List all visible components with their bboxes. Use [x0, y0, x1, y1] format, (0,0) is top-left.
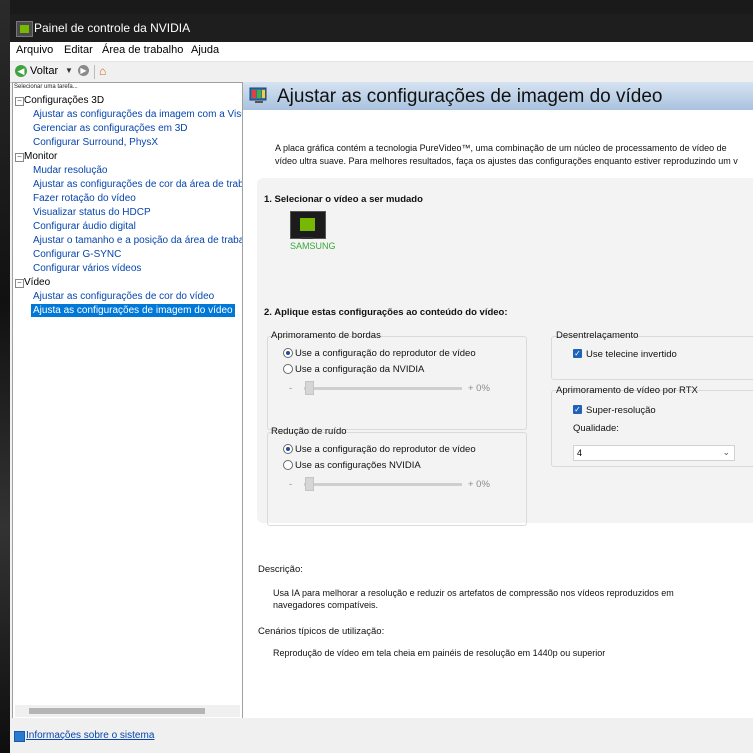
edge-slider-track[interactable] [304, 387, 462, 390]
scrollbar-thumb[interactable] [29, 708, 205, 714]
menu-arquivo[interactable]: Arquivo [16, 44, 53, 56]
sidebar-item-video-image-selected[interactable]: Ajusta as configurações de imagem do víd… [31, 304, 235, 317]
quality-label: Qualidade: [573, 423, 619, 434]
description-heading: Descrição: [258, 564, 303, 575]
toolbar: ◀ Voltar ▼ ▶ ⌂ [10, 62, 753, 83]
sidebar-item-desktop-color[interactable]: Ajustar as configurações de cor da área … [33, 178, 242, 191]
quality-select-value: 4 [577, 448, 583, 458]
monitor-stand [301, 237, 313, 239]
sidebar-item-desktop-size-position[interactable]: Ajustar o tamanho e a posição da área de… [33, 234, 242, 247]
page-title: Ajustar as configurações de imagem do ví… [277, 86, 663, 107]
chevron-down-icon[interactable]: ⌄ [722, 447, 730, 458]
sidebar-item-manage-3d[interactable]: Gerenciar as configurações em 3D [33, 122, 188, 135]
menu-editar[interactable]: Editar [64, 44, 93, 56]
sidebar-item-hdcp-status[interactable]: Visualizar status do HDCP [33, 206, 151, 219]
edge-option-nvidia[interactable]: Use a configuração da NVIDIA [295, 364, 424, 375]
telecine-checkbox[interactable]: ✓ [573, 349, 582, 358]
scenarios-text: Reprodução de vídeo em tela cheia em pai… [273, 648, 606, 658]
description-line2: navegadores compatíveis. [273, 600, 379, 610]
noise-radio-player[interactable] [283, 444, 293, 454]
deinterlace-group-title: Desentrelaçamento [556, 330, 639, 341]
edge-slider-min: - [289, 383, 293, 394]
telecine-label[interactable]: Use telecine invertido [586, 349, 677, 360]
description-line1: Usa IA para melhorar a resolução e reduz… [273, 588, 674, 598]
super-resolution-checkbox[interactable]: ✓ [573, 405, 582, 414]
home-icon[interactable]: ⌂ [99, 64, 106, 78]
sidebar-item-change-resolution[interactable]: Mudar resolução [33, 164, 107, 177]
noise-slider-min: - [289, 479, 293, 490]
sidebar-item-digital-audio[interactable]: Configurar áudio digital [33, 220, 136, 233]
display-label[interactable]: SAMSUNG [290, 241, 336, 251]
main-content: Ajustar as configurações de imagem do ví… [243, 82, 753, 718]
category-monitor[interactable]: Monitor [24, 150, 57, 163]
edge-slider-thumb[interactable] [305, 381, 314, 395]
system-info-link-footer[interactable]: Informações sobre o sistema [26, 730, 154, 741]
nvidia-control-panel-window: Painel de controle da NVIDIA Arquivo Edi… [10, 14, 753, 753]
toolbar-separator [94, 65, 95, 79]
edge-group-title: Aprimoramento de bordas [271, 330, 381, 341]
noise-slider-value: + 0% [468, 479, 490, 490]
sidebar-item-rotate-display[interactable]: Fazer rotação do vídeo [33, 192, 136, 205]
task-sidebar: Selecionar uma tarefa... – Configurações… [12, 82, 243, 720]
sidebar-item-multiple-displays[interactable]: Configurar vários vídeos [33, 262, 141, 275]
forward-arrow-icon[interactable]: ▶ [78, 65, 89, 76]
window-title: Painel de controle da NVIDIA [34, 21, 191, 35]
rtx-group-title: Aprimoramento de vídeo por RTX [556, 385, 698, 396]
super-resolution-label[interactable]: Super-resolução [586, 405, 656, 416]
sidebar-item-surround-physx[interactable]: Configurar Surround, PhysX [33, 136, 158, 149]
system-info-icon-2 [14, 731, 25, 742]
dropdown-icon[interactable]: ▼ [65, 66, 73, 75]
nvidia-logo-icon [16, 21, 33, 37]
noise-option-player[interactable]: Use a configuração do reprodutor de víde… [295, 444, 476, 455]
intro-text-line2: vídeo ultra suave. Para melhores resulta… [275, 156, 738, 166]
desktop-background [0, 0, 10, 753]
section1-title: 1. Selecionar o vídeo a ser mudado [264, 194, 423, 205]
sidebar-horizontal-scrollbar[interactable] [15, 705, 240, 717]
section2-title: 2. Aplique estas configurações ao conteú… [264, 307, 508, 318]
category-video[interactable]: Vídeo [24, 276, 50, 289]
sidebar-header: Selecionar uma tarefa... [14, 84, 78, 90]
noise-group-title: Redução de ruído [271, 426, 347, 437]
sidebar-item-gsync[interactable]: Configurar G-SYNC [33, 248, 121, 261]
edge-radio-player[interactable] [283, 348, 293, 358]
edge-option-player[interactable]: Use a configuração do reprodutor de víde… [295, 348, 476, 359]
collapse-video-icon[interactable]: – [15, 279, 24, 288]
menu-bar: Arquivo Editar Área de trabalho Ajuda [10, 42, 753, 62]
menu-ajuda[interactable]: Ajuda [191, 44, 219, 56]
page-banner: Ajustar as configurações de imagem do ví… [243, 82, 753, 110]
scenarios-heading: Cenários típicos de utilização: [258, 626, 385, 637]
settings-panel: 1. Selecionar o vídeo a ser mudado SAMSU… [257, 178, 753, 526]
collapse-3d-icon[interactable]: – [15, 97, 24, 106]
noise-radio-nvidia[interactable] [283, 460, 293, 470]
quality-select[interactable]: 4 ⌄ [573, 445, 735, 461]
edge-slider-value: + 0% [468, 383, 490, 394]
menu-area-de-trabalho[interactable]: Área de trabalho [102, 44, 183, 56]
sidebar-item-video-color[interactable]: Ajustar as configurações de cor do vídeo [33, 290, 214, 303]
collapse-monitor-icon[interactable]: – [15, 153, 24, 162]
edge-radio-nvidia[interactable] [283, 364, 293, 374]
category-3d-settings[interactable]: Configurações 3D [24, 94, 104, 107]
back-button[interactable]: Voltar [30, 65, 58, 77]
title-bar: Painel de controle da NVIDIA [10, 14, 753, 42]
noise-slider-track[interactable] [304, 483, 462, 486]
noise-slider-thumb[interactable] [305, 477, 314, 491]
sidebar-item-visual-image-settings[interactable]: Ajustar as configurações da imagem com a… [33, 108, 242, 121]
monitor-icon[interactable] [290, 211, 326, 239]
back-arrow-icon[interactable]: ◀ [15, 65, 27, 77]
noise-option-nvidia[interactable]: Use as configurações NVIDIA [295, 460, 421, 471]
intro-text-line1: A placa gráfica contém a tecnologia Pure… [275, 143, 727, 153]
video-settings-icon [249, 87, 267, 103]
